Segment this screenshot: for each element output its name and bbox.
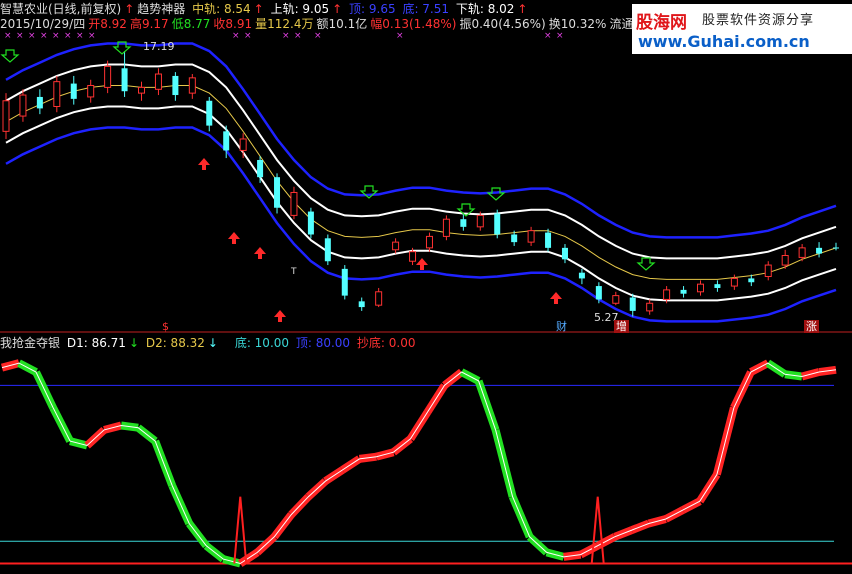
signal-dot-marker: × (556, 31, 564, 41)
buy-signal-arrow (228, 232, 240, 244)
candle-body-up (19, 94, 27, 117)
candle-body-up (442, 218, 450, 237)
candle-body-down (545, 232, 552, 248)
candle-body-down (714, 284, 721, 288)
signal-dot-marker: × (282, 31, 290, 41)
candle-body-down (460, 219, 467, 227)
candle-body-down (274, 177, 281, 208)
signal-dot-marker: × (232, 31, 240, 41)
sub-indicator-panel (0, 359, 852, 568)
small-t-marker: T (291, 267, 297, 277)
candle-body-down (358, 301, 365, 308)
candle-body-up (154, 73, 162, 90)
candle-body-up (764, 264, 772, 278)
signal-dot-marker: × (52, 31, 60, 41)
candle-body-up (663, 289, 671, 300)
signal-dot-marker: × (396, 31, 404, 41)
main-price-panel: × × × × × × × × × × × × × × × × (0, 31, 839, 323)
signal-dot-marker: × (4, 31, 12, 41)
candle-body-up (476, 214, 484, 228)
candle-body-down (223, 131, 230, 151)
candle-body-up (87, 84, 95, 98)
candle-body-up (2, 100, 10, 132)
candle-body-down (748, 278, 755, 283)
candle-body-down (121, 68, 128, 92)
buy-signal-arrow (550, 292, 562, 304)
candle-body-up (409, 251, 417, 262)
candle-body-up (239, 138, 247, 151)
candle-body-up (798, 247, 806, 258)
signal-dot-marker: × (16, 31, 24, 41)
candle-body-down (511, 234, 518, 243)
candle-body-down (595, 286, 602, 300)
badge-end: 涨 (804, 320, 819, 333)
candle-body-down (680, 289, 687, 294)
d1-line (1, 362, 837, 565)
candle-body-down (172, 75, 179, 96)
candle-body-up (696, 283, 704, 293)
signal-dot-marker: × (88, 31, 96, 41)
badge-cai: 财 (556, 320, 567, 333)
chaodi-spike (233, 496, 248, 564)
signal-dot-marker: × (64, 31, 72, 41)
candle-body-up (53, 81, 61, 107)
candle-body-up (188, 77, 196, 94)
candle-body-down (494, 213, 501, 235)
high-price-label: 17.19 (143, 40, 175, 53)
candle-body-down (816, 247, 823, 254)
signal-dot-marker: × (40, 31, 48, 41)
candle-body-down (257, 159, 264, 178)
chart-canvas: × × × × × × × × × × × × × × × × (0, 31, 852, 568)
bottom-band-line (5, 126, 837, 323)
signal-dot-marker: × (294, 31, 302, 41)
candle-body-up (781, 255, 789, 266)
candle-body-up (392, 241, 400, 251)
candle-body-down (324, 238, 331, 262)
buy-signal-arrow (416, 258, 428, 270)
candle-body-up (375, 291, 383, 306)
candle-body-up (104, 65, 112, 88)
stock-chart-window: 智慧农业(日线,前复权) ↑ 趋势神器 中轨: 8.54 ↑ 上轨: 9.05 ↑ 顶:… (0, 0, 852, 574)
signal-dot-marker: × (28, 31, 36, 41)
sell-signal-arrow (636, 257, 656, 271)
chaodi-spike (590, 496, 605, 564)
sell-signal-arrow (0, 49, 20, 63)
dollar-marker: $ (162, 320, 169, 333)
badge-zeng: 增 (614, 320, 629, 333)
signal-dot-marker: × (76, 31, 84, 41)
signal-dot-marker: × (314, 31, 322, 41)
candle-body-down (833, 247, 839, 249)
candle-body-down (307, 211, 314, 235)
candle-body-up (612, 295, 620, 304)
candle-body-up (730, 277, 738, 287)
candle-body-down (206, 100, 213, 126)
signal-dot-marker: × (544, 31, 552, 41)
candle-body-down (341, 268, 348, 296)
buy-signal-arrow (274, 310, 286, 322)
candle-body-down (70, 83, 77, 99)
signal-dot-marker: × (244, 31, 252, 41)
buy-signal-arrow (198, 158, 210, 170)
candle-body-down (629, 297, 636, 311)
candle-body-down (561, 247, 568, 260)
candle-body-up (527, 230, 535, 243)
buy-signal-arrow (254, 247, 266, 259)
candle-body-up (646, 302, 654, 312)
candle-body-up (425, 235, 433, 249)
candle-body-down (36, 96, 43, 109)
candle-body-up (138, 86, 146, 94)
candle-body-down (578, 272, 585, 279)
candle-body-up (290, 191, 298, 216)
